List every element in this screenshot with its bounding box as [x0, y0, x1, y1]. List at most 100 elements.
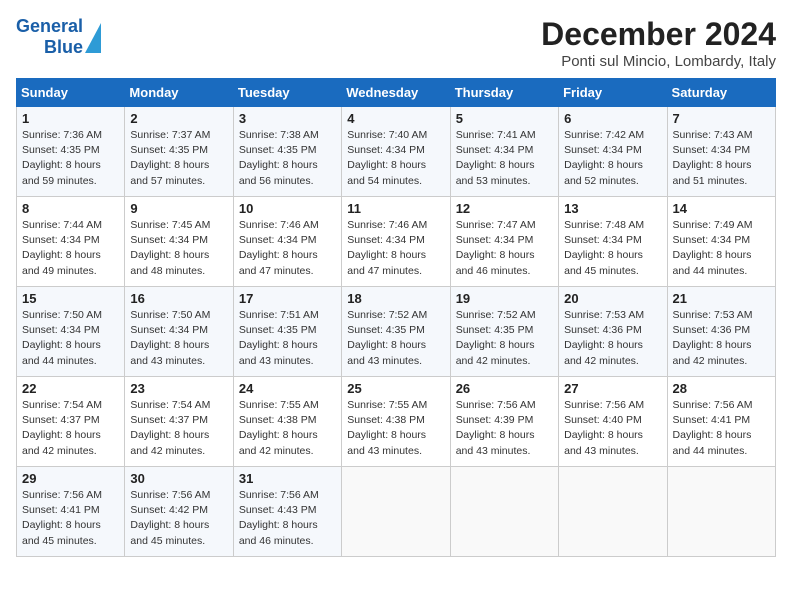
calendar-header-row: SundayMondayTuesdayWednesdayThursdayFrid…	[17, 79, 776, 107]
day-info: Sunrise: 7:50 AMSunset: 4:34 PMDaylight:…	[22, 308, 119, 369]
calendar-cell: 15Sunrise: 7:50 AMSunset: 4:34 PMDayligh…	[17, 287, 125, 377]
calendar-cell: 12 Sunrise: 7:47 AMSunset: 4:34 PMDayligh…	[450, 197, 558, 287]
header-tuesday: Tuesday	[233, 79, 341, 107]
day-info: Sunrise: 7:47 AMSunset: 4:34 PMDaylight:…	[456, 218, 553, 279]
calendar-cell: 18 Sunrise: 7:52 AMSunset: 4:35 PMDayligh…	[342, 287, 450, 377]
day-number: 9	[130, 201, 227, 216]
day-info: Sunrise: 7:55 AMSunset: 4:38 PMDaylight:…	[239, 398, 336, 459]
calendar-cell: 24 Sunrise: 7:55 AMSunset: 4:38 PMDayligh…	[233, 377, 341, 467]
day-number: 31	[239, 471, 336, 486]
header-monday: Monday	[125, 79, 233, 107]
header-friday: Friday	[559, 79, 667, 107]
day-number: 18	[347, 291, 444, 306]
day-info: Sunrise: 7:53 AMSunset: 4:36 PMDaylight:…	[673, 308, 770, 369]
day-info: Sunrise: 7:56 AMSunset: 4:41 PMDaylight:…	[673, 398, 770, 459]
day-number: 21	[673, 291, 770, 306]
day-number: 28	[673, 381, 770, 396]
calendar-cell: 1Sunrise: 7:36 AMSunset: 4:35 PMDaylight…	[17, 107, 125, 197]
day-info: Sunrise: 7:45 AMSunset: 4:34 PMDaylight:…	[130, 218, 227, 279]
day-number: 29	[22, 471, 119, 486]
day-number: 12	[456, 201, 553, 216]
calendar-week-1: 1Sunrise: 7:36 AMSunset: 4:35 PMDaylight…	[17, 107, 776, 197]
day-number: 30	[130, 471, 227, 486]
page-header: General Blue December 2024 Ponti sul Min…	[16, 16, 776, 70]
day-number: 20	[564, 291, 661, 306]
calendar-cell: 26 Sunrise: 7:56 AMSunset: 4:39 PMDayligh…	[450, 377, 558, 467]
day-info: Sunrise: 7:36 AMSunset: 4:35 PMDaylight:…	[22, 128, 119, 189]
day-info: Sunrise: 7:55 AMSunset: 4:38 PMDaylight:…	[347, 398, 444, 459]
calendar-week-2: 8Sunrise: 7:44 AMSunset: 4:34 PMDaylight…	[17, 197, 776, 287]
day-info: Sunrise: 7:46 AMSunset: 4:34 PMDaylight:…	[239, 218, 336, 279]
day-info: Sunrise: 7:49 AMSunset: 4:34 PMDaylight:…	[673, 218, 770, 279]
calendar-cell	[559, 467, 667, 557]
day-info: Sunrise: 7:56 AMSunset: 4:40 PMDaylight:…	[564, 398, 661, 459]
calendar-table: SundayMondayTuesdayWednesdayThursdayFrid…	[16, 78, 776, 557]
calendar-cell: 27 Sunrise: 7:56 AMSunset: 4:40 PMDayligh…	[559, 377, 667, 467]
logo: General Blue	[16, 16, 101, 57]
calendar-cell	[342, 467, 450, 557]
day-number: 23	[130, 381, 227, 396]
page-title: December 2024	[541, 16, 776, 53]
day-number: 25	[347, 381, 444, 396]
header-sunday: Sunday	[17, 79, 125, 107]
calendar-cell: 22 Sunrise: 7:54 AMSunset: 4:37 PMDayligh…	[17, 377, 125, 467]
day-number: 14	[673, 201, 770, 216]
calendar-cell: 19Sunrise: 7:52 AMSunset: 4:35 PMDayligh…	[450, 287, 558, 377]
day-number: 26	[456, 381, 553, 396]
day-info: Sunrise: 7:52 AMSunset: 4:35 PMDaylight:…	[347, 308, 444, 369]
day-number: 16	[130, 291, 227, 306]
calendar-cell	[667, 467, 775, 557]
day-info: Sunrise: 7:54 AMSunset: 4:37 PMDaylight:…	[22, 398, 119, 459]
logo-line2: Blue	[44, 37, 83, 58]
logo-line1: General	[16, 16, 83, 37]
day-info: Sunrise: 7:56 AMSunset: 4:43 PMDaylight:…	[239, 488, 336, 549]
calendar-cell: 11 Sunrise: 7:46 AMSunset: 4:34 PMDayligh…	[342, 197, 450, 287]
day-info: Sunrise: 7:52 AMSunset: 4:35 PMDaylight:…	[456, 308, 553, 369]
day-info: Sunrise: 7:43 AMSunset: 4:34 PMDaylight:…	[673, 128, 770, 189]
day-number: 11	[347, 201, 444, 216]
day-info: Sunrise: 7:46 AMSunset: 4:34 PMDaylight:…	[347, 218, 444, 279]
day-info: Sunrise: 7:56 AMSunset: 4:39 PMDaylight:…	[456, 398, 553, 459]
calendar-cell: 8Sunrise: 7:44 AMSunset: 4:34 PMDaylight…	[17, 197, 125, 287]
day-number: 10	[239, 201, 336, 216]
header-wednesday: Wednesday	[342, 79, 450, 107]
day-info: Sunrise: 7:42 AMSunset: 4:34 PMDaylight:…	[564, 128, 661, 189]
calendar-cell: 10 Sunrise: 7:46 AMSunset: 4:34 PMDayligh…	[233, 197, 341, 287]
day-info: Sunrise: 7:54 AMSunset: 4:37 PMDaylight:…	[130, 398, 227, 459]
day-number: 6	[564, 111, 661, 126]
day-info: Sunrise: 7:56 AMSunset: 4:41 PMDaylight:…	[22, 488, 119, 549]
logo-triangle	[85, 23, 101, 53]
calendar-cell: 20Sunrise: 7:53 AMSunset: 4:36 PMDayligh…	[559, 287, 667, 377]
calendar-cell: 21 Sunrise: 7:53 AMSunset: 4:36 PMDayligh…	[667, 287, 775, 377]
calendar-cell: 7 Sunrise: 7:43 AMSunset: 4:34 PMDaylight…	[667, 107, 775, 197]
calendar-cell: 30 Sunrise: 7:56 AMSunset: 4:42 PMDayligh…	[125, 467, 233, 557]
day-number: 4	[347, 111, 444, 126]
calendar-cell: 5Sunrise: 7:41 AMSunset: 4:34 PMDaylight…	[450, 107, 558, 197]
day-number: 7	[673, 111, 770, 126]
header-saturday: Saturday	[667, 79, 775, 107]
calendar-cell: 31 Sunrise: 7:56 AMSunset: 4:43 PMDayligh…	[233, 467, 341, 557]
day-info: Sunrise: 7:41 AMSunset: 4:34 PMDaylight:…	[456, 128, 553, 189]
calendar-cell: 13 Sunrise: 7:48 AMSunset: 4:34 PMDayligh…	[559, 197, 667, 287]
day-info: Sunrise: 7:48 AMSunset: 4:34 PMDaylight:…	[564, 218, 661, 279]
day-number: 17	[239, 291, 336, 306]
day-number: 3	[239, 111, 336, 126]
calendar-cell: 3Sunrise: 7:38 AMSunset: 4:35 PMDaylight…	[233, 107, 341, 197]
day-info: Sunrise: 7:51 AMSunset: 4:35 PMDaylight:…	[239, 308, 336, 369]
calendar-cell: 4 Sunrise: 7:40 AMSunset: 4:34 PMDaylight…	[342, 107, 450, 197]
calendar-cell: 6 Sunrise: 7:42 AMSunset: 4:34 PMDaylight…	[559, 107, 667, 197]
day-number: 24	[239, 381, 336, 396]
header-thursday: Thursday	[450, 79, 558, 107]
day-number: 8	[22, 201, 119, 216]
day-number: 22	[22, 381, 119, 396]
calendar-week-4: 22 Sunrise: 7:54 AMSunset: 4:37 PMDayligh…	[17, 377, 776, 467]
calendar-week-5: 29 Sunrise: 7:56 AMSunset: 4:41 PMDayligh…	[17, 467, 776, 557]
calendar-cell: 9 Sunrise: 7:45 AMSunset: 4:34 PMDaylight…	[125, 197, 233, 287]
day-number: 13	[564, 201, 661, 216]
day-info: Sunrise: 7:40 AMSunset: 4:34 PMDaylight:…	[347, 128, 444, 189]
calendar-cell: 23 Sunrise: 7:54 AMSunset: 4:37 PMDayligh…	[125, 377, 233, 467]
day-number: 27	[564, 381, 661, 396]
day-info: Sunrise: 7:56 AMSunset: 4:42 PMDaylight:…	[130, 488, 227, 549]
calendar-cell: 16Sunrise: 7:50 AMSunset: 4:34 PMDayligh…	[125, 287, 233, 377]
calendar-cell: 2Sunrise: 7:37 AMSunset: 4:35 PMDaylight…	[125, 107, 233, 197]
